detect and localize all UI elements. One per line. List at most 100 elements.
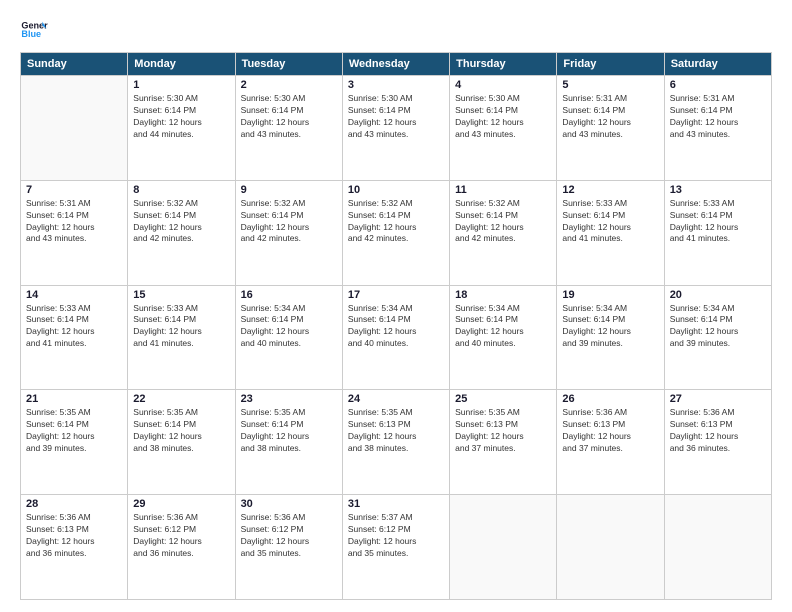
day-cell: 13 Sunrise: 5:33 AM Sunset: 6:14 PM Dayli… [664, 180, 771, 285]
day-cell: 30Sunrise: 5:36 AM Sunset: 6:12 PM Dayli… [235, 495, 342, 600]
day-cell: 9Sunrise: 5:32 AM Sunset: 6:14 PM Daylig… [235, 180, 342, 285]
day-cell: 8 Sunrise: 5:32 AM Sunset: 6:14 PM Daylig… [128, 180, 235, 285]
day-number: 1 [133, 79, 229, 91]
day-number: 13 [670, 184, 766, 196]
day-cell: 29 Sunrise: 5:36 AM Sunset: 6:12 PM Dayli… [128, 495, 235, 600]
day-number: 22 [133, 393, 229, 405]
day-cell: 19 Sunrise: 5:34 AM Sunset: 6:14 PM Dayli… [557, 285, 664, 390]
day-info: Sunrise: 5:35 AM Sunset: 6:14 PM Dayligh… [133, 407, 229, 455]
weekday-thursday: Thursday [450, 53, 557, 76]
day-cell: 24 Sunrise: 5:35 AM Sunset: 6:13 PM Dayli… [342, 390, 449, 495]
day-info: Sunrise: 5:32 AM Sunset: 6:14 PM Dayligh… [348, 198, 444, 246]
day-number: 9 [241, 184, 337, 196]
day-cell: 6 Sunrise: 5:31 AM Sunset: 6:14 PM Daylig… [664, 76, 771, 181]
day-info: Sunrise: 5:36 AM Sunset: 6:12 PM Dayligh… [241, 512, 337, 560]
day-number: 4 [455, 79, 551, 91]
week-row-1: 1 Sunrise: 5:30 AM Sunset: 6:14 PM Daylig… [21, 76, 772, 181]
day-cell: 21 Sunrise: 5:35 AM Sunset: 6:14 PM Dayli… [21, 390, 128, 495]
day-cell: 7 Sunrise: 5:31 AM Sunset: 6:14 PM Daylig… [21, 180, 128, 285]
day-number: 19 [562, 289, 658, 301]
day-cell: 27Sunrise: 5:36 AM Sunset: 6:13 PM Dayli… [664, 390, 771, 495]
day-cell: 2 Sunrise: 5:30 AM Sunset: 6:14 PM Daylig… [235, 76, 342, 181]
day-info: Sunrise: 5:34 AM Sunset: 6:14 PM Dayligh… [670, 303, 766, 351]
day-number: 21 [26, 393, 122, 405]
day-number: 12 [562, 184, 658, 196]
day-cell: 16 Sunrise: 5:34 AM Sunset: 6:14 PM Dayli… [235, 285, 342, 390]
calendar-table: SundayMondayTuesdayWednesdayThursdayFrid… [20, 52, 772, 600]
weekday-saturday: Saturday [664, 53, 771, 76]
day-info: Sunrise: 5:35 AM Sunset: 6:14 PM Dayligh… [241, 407, 337, 455]
day-cell: 1 Sunrise: 5:30 AM Sunset: 6:14 PM Daylig… [128, 76, 235, 181]
day-cell: 28 Sunrise: 5:36 AM Sunset: 6:13 PM Dayli… [21, 495, 128, 600]
day-info: Sunrise: 5:33 AM Sunset: 6:14 PM Dayligh… [562, 198, 658, 246]
day-number: 2 [241, 79, 337, 91]
day-number: 7 [26, 184, 122, 196]
day-number: 3 [348, 79, 444, 91]
day-cell: 3 Sunrise: 5:30 AM Sunset: 6:14 PM Daylig… [342, 76, 449, 181]
day-cell [21, 76, 128, 181]
day-cell [450, 495, 557, 600]
day-number: 28 [26, 498, 122, 510]
day-info: Sunrise: 5:33 AM Sunset: 6:14 PM Dayligh… [133, 303, 229, 351]
header: General Blue [20, 16, 772, 44]
day-info: Sunrise: 5:36 AM Sunset: 6:13 PM Dayligh… [26, 512, 122, 560]
week-row-3: 14 Sunrise: 5:33 AM Sunset: 6:14 PM Dayli… [21, 285, 772, 390]
day-info: Sunrise: 5:32 AM Sunset: 6:14 PM Dayligh… [133, 198, 229, 246]
day-number: 27 [670, 393, 766, 405]
day-number: 16 [241, 289, 337, 301]
day-number: 23 [241, 393, 337, 405]
day-info: Sunrise: 5:34 AM Sunset: 6:14 PM Dayligh… [241, 303, 337, 351]
day-cell: 14 Sunrise: 5:33 AM Sunset: 6:14 PM Dayli… [21, 285, 128, 390]
day-cell: 20 Sunrise: 5:34 AM Sunset: 6:14 PM Dayli… [664, 285, 771, 390]
day-cell: 10 Sunrise: 5:32 AM Sunset: 6:14 PM Dayli… [342, 180, 449, 285]
day-number: 26 [562, 393, 658, 405]
logo-icon: General Blue [20, 16, 48, 44]
day-cell: 26 Sunrise: 5:36 AM Sunset: 6:13 PM Dayli… [557, 390, 664, 495]
day-info: Sunrise: 5:35 AM Sunset: 6:13 PM Dayligh… [348, 407, 444, 455]
day-cell: 25 Sunrise: 5:35 AM Sunset: 6:13 PM Dayli… [450, 390, 557, 495]
day-info: Sunrise: 5:34 AM Sunset: 6:14 PM Dayligh… [562, 303, 658, 351]
svg-text:Blue: Blue [21, 29, 41, 39]
day-number: 11 [455, 184, 551, 196]
day-info: Sunrise: 5:33 AM Sunset: 6:14 PM Dayligh… [26, 303, 122, 351]
day-number: 17 [348, 289, 444, 301]
day-number: 25 [455, 393, 551, 405]
day-info: Sunrise: 5:31 AM Sunset: 6:14 PM Dayligh… [562, 93, 658, 141]
day-number: 5 [562, 79, 658, 91]
day-number: 10 [348, 184, 444, 196]
day-cell: 23 Sunrise: 5:35 AM Sunset: 6:14 PM Dayli… [235, 390, 342, 495]
day-info: Sunrise: 5:31 AM Sunset: 6:14 PM Dayligh… [26, 198, 122, 246]
day-info: Sunrise: 5:36 AM Sunset: 6:13 PM Dayligh… [562, 407, 658, 455]
day-number: 15 [133, 289, 229, 301]
weekday-wednesday: Wednesday [342, 53, 449, 76]
day-number: 31 [348, 498, 444, 510]
day-cell: 22 Sunrise: 5:35 AM Sunset: 6:14 PM Dayli… [128, 390, 235, 495]
day-cell [664, 495, 771, 600]
day-number: 24 [348, 393, 444, 405]
week-row-4: 21 Sunrise: 5:35 AM Sunset: 6:14 PM Dayli… [21, 390, 772, 495]
day-info: Sunrise: 5:35 AM Sunset: 6:13 PM Dayligh… [455, 407, 551, 455]
day-cell: 12 Sunrise: 5:33 AM Sunset: 6:14 PM Dayli… [557, 180, 664, 285]
day-info: Sunrise: 5:31 AM Sunset: 6:14 PM Dayligh… [670, 93, 766, 141]
weekday-header-row: SundayMondayTuesdayWednesdayThursdayFrid… [21, 53, 772, 76]
day-number: 6 [670, 79, 766, 91]
weekday-tuesday: Tuesday [235, 53, 342, 76]
day-number: 20 [670, 289, 766, 301]
day-info: Sunrise: 5:35 AM Sunset: 6:14 PM Dayligh… [26, 407, 122, 455]
day-info: Sunrise: 5:30 AM Sunset: 6:14 PM Dayligh… [348, 93, 444, 141]
day-info: Sunrise: 5:33 AM Sunset: 6:14 PM Dayligh… [670, 198, 766, 246]
weekday-monday: Monday [128, 53, 235, 76]
logo: General Blue [20, 16, 52, 44]
day-number: 8 [133, 184, 229, 196]
day-info: Sunrise: 5:32 AM Sunset: 6:14 PM Dayligh… [455, 198, 551, 246]
week-row-2: 7 Sunrise: 5:31 AM Sunset: 6:14 PM Daylig… [21, 180, 772, 285]
day-number: 14 [26, 289, 122, 301]
day-info: Sunrise: 5:30 AM Sunset: 6:14 PM Dayligh… [133, 93, 229, 141]
day-number: 29 [133, 498, 229, 510]
weekday-sunday: Sunday [21, 53, 128, 76]
day-cell: 4Sunrise: 5:30 AM Sunset: 6:14 PM Daylig… [450, 76, 557, 181]
day-cell: 11 Sunrise: 5:32 AM Sunset: 6:14 PM Dayli… [450, 180, 557, 285]
day-cell: 15 Sunrise: 5:33 AM Sunset: 6:14 PM Dayli… [128, 285, 235, 390]
day-info: Sunrise: 5:36 AM Sunset: 6:12 PM Dayligh… [133, 512, 229, 560]
day-info: Sunrise: 5:30 AM Sunset: 6:14 PM Dayligh… [241, 93, 337, 141]
